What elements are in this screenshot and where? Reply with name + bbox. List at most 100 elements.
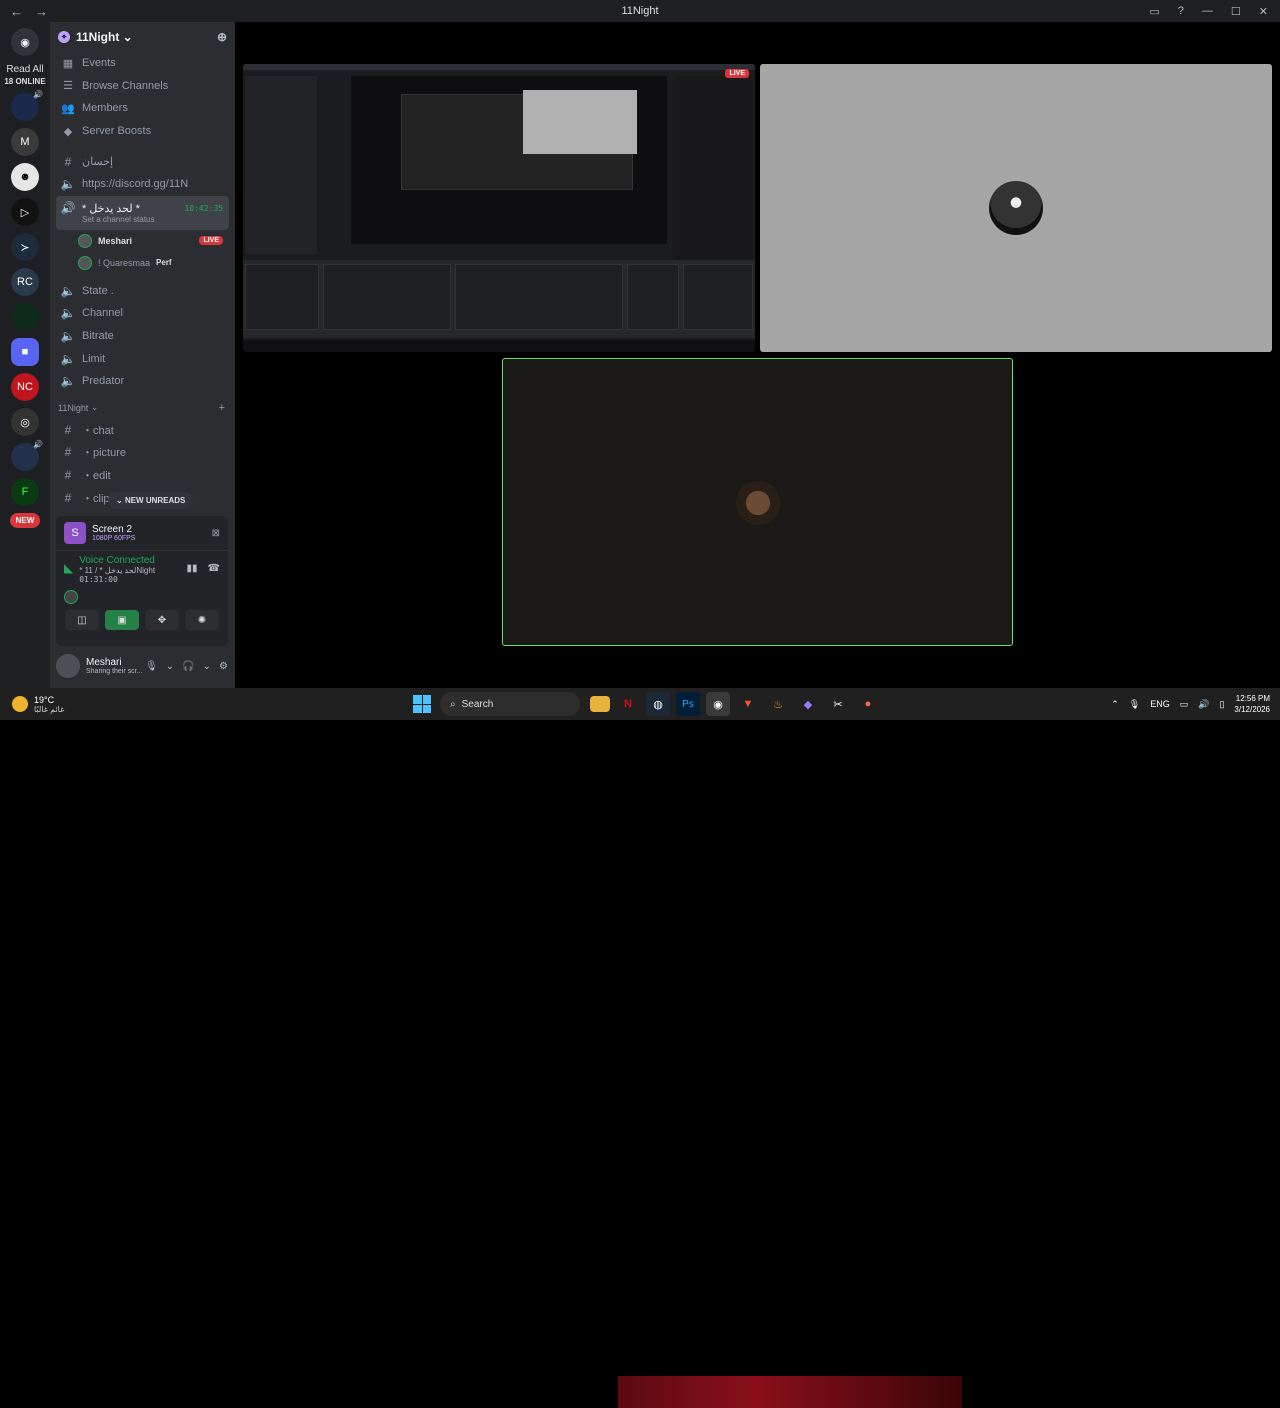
server-icon[interactable]: ▷ <box>11 198 39 226</box>
taskbar-search[interactable]: ⌕ Search <box>440 692 580 716</box>
obs-controls-dock <box>627 264 679 330</box>
app-icon[interactable]: ● <box>856 692 880 716</box>
channel-status[interactable]: Set a channel status <box>60 215 155 224</box>
forward-arrow-icon[interactable]: → <box>35 4 48 19</box>
nav-browse-channels[interactable]: ☰ Browse Channels <box>50 75 235 98</box>
nav-server-boosts[interactable]: ◆ Server Boosts <box>50 120 235 143</box>
battery-icon[interactable]: ▯ <box>1219 699 1224 710</box>
camera-off-button[interactable]: ◫ <box>65 610 99 630</box>
voice-timer: 10:42:35 <box>184 203 223 213</box>
taskbar-wallpaper-strip <box>618 1376 962 1408</box>
back-arrow-icon[interactable]: ← <box>10 4 23 19</box>
voice-channel[interactable]: 🔈 Bitrate <box>50 325 235 348</box>
inbox-icon[interactable]: ▭ <box>1149 5 1159 18</box>
stream-tile-obs[interactable]: LIVE <box>243 64 755 352</box>
browse-icon: ☰ <box>63 80 73 93</box>
server-icon[interactable]: 🔊 <box>11 90 43 121</box>
channel-label: Predator <box>82 375 125 388</box>
voice-channel[interactable]: 🔈 Limit <box>50 347 235 370</box>
brave-icon[interactable]: ▼ <box>736 692 760 716</box>
soundboard-button[interactable]: ✺ <box>185 610 219 630</box>
disconnect-icon[interactable]: ☎ <box>208 563 220 574</box>
volume-icon[interactable]: 🔊 <box>1198 699 1209 710</box>
app-icon[interactable]: ♨ <box>766 692 790 716</box>
screen-share-button[interactable]: ▣ <box>105 610 139 630</box>
system-tray: ⌃ 🎙 ENG ▭ 🔊 ▯ 12:56 PM 3/12/2026 <box>1111 688 1270 720</box>
voice-channel[interactable]: 🔈 State . <box>50 280 235 303</box>
read-all-button[interactable]: Read All <box>6 64 43 75</box>
netflix-icon[interactable]: N <box>616 692 640 716</box>
chevron-down-icon[interactable]: ⌄ <box>203 661 211 672</box>
voice-user-name: Meshari <box>98 235 133 246</box>
help-icon[interactable]: ? <box>1178 5 1184 17</box>
channel-item[interactable]: # إحسان <box>50 150 235 173</box>
voice-user[interactable]: Meshari LIVE <box>50 230 235 252</box>
clock[interactable]: 12:56 PM 3/12/2026 <box>1234 693 1270 715</box>
avatar[interactable] <box>64 590 78 604</box>
stream-preview[interactable]: S Screen 2 1080P 60FPS ⊠ <box>56 516 228 551</box>
discord-icon[interactable]: ◉ <box>706 692 730 716</box>
avatar[interactable] <box>56 654 80 678</box>
server-icon[interactable]: RC <box>11 268 39 296</box>
speaker-icon: 🔈 <box>60 329 76 344</box>
activities-button[interactable]: ✥ <box>145 610 179 630</box>
chevron-down-icon[interactable]: ⌄ <box>166 661 174 672</box>
server-list: ◉ Read All 18 ONLINE 🔊 M ☻ ▷ ≻ RC ■ NC ◎… <box>0 22 50 688</box>
microphone-icon[interactable]: 🎙 <box>1129 699 1140 710</box>
language-indicator[interactable]: ENG <box>1150 699 1170 709</box>
stream-tile-gray[interactable] <box>760 64 1272 352</box>
headphones-icon[interactable]: 🎧 <box>182 661 194 672</box>
windows-start-icon[interactable] <box>410 692 434 716</box>
speaker-icon: 🔈 <box>60 374 76 389</box>
server-icon[interactable]: F <box>11 478 39 506</box>
avatar <box>730 475 786 531</box>
new-badge[interactable]: NEW <box>9 512 41 528</box>
server-folder-icon[interactable]: ■ <box>11 338 39 366</box>
app-icon[interactable]: ◆ <box>796 692 820 716</box>
chevron-up-icon[interactable]: ⌃ <box>1111 699 1119 710</box>
server-icon[interactable]: ≻ <box>11 233 39 261</box>
nav-label: Server Boosts <box>82 125 152 138</box>
server-icon[interactable] <box>11 303 39 331</box>
text-channel[interactable]: # ・picture <box>50 441 235 464</box>
microphone-icon[interactable]: 🎙 <box>145 661 158 672</box>
server-header[interactable]: ✦ 11Night ⌄ ⊕ <box>50 22 235 52</box>
gear-icon[interactable]: ⚙ <box>219 661 228 672</box>
add-channel-icon[interactable]: + <box>219 402 225 414</box>
voice-channel[interactable]: 🔈 Predator <box>50 370 235 393</box>
hash-icon: # <box>64 490 72 505</box>
active-voice-channel[interactable]: 🔊 * لحد يدخل * 10:42:35 Set a channel st… <box>56 195 229 230</box>
server-icon[interactable]: M <box>11 128 39 156</box>
category-header[interactable]: 11Night ⌄ + <box>50 397 235 419</box>
text-channel[interactable]: # ・edit <box>50 464 235 487</box>
maximize-button[interactable]: ☐ <box>1231 5 1241 18</box>
channel-item[interactable]: 🔈 https://discord.gg/11N <box>50 173 235 196</box>
server-icon[interactable]: NC <box>11 373 39 401</box>
stream-tile-camera[interactable] <box>502 358 1013 646</box>
server-icon[interactable]: 🔊 <box>11 440 43 471</box>
weather-widget[interactable]: 19°C غائم غالبًا <box>0 695 64 714</box>
new-unreads-button[interactable]: ⌄ NEW UNREADS <box>108 492 194 509</box>
server-icon[interactable]: ☻ <box>11 163 39 191</box>
speaker-icon: 🔈 <box>60 283 76 298</box>
text-channel[interactable]: # ・chat <box>50 419 235 442</box>
voice-user[interactable]: ! Quaresmaa Perf <box>50 252 235 274</box>
invite-people-icon[interactable]: ⊕ <box>217 30 227 44</box>
stop-stream-icon[interactable]: ⊠ <box>212 528 220 539</box>
file-explorer-icon[interactable] <box>590 696 610 712</box>
minimize-button[interactable]: — <box>1202 5 1213 17</box>
discord-home-icon[interactable]: ◉ <box>11 28 39 56</box>
close-button[interactable]: ✕ <box>1259 5 1268 18</box>
network-icon[interactable]: ▭ <box>1180 699 1189 710</box>
hash-icon: # <box>64 445 72 460</box>
voice-channel-name[interactable]: * لحد يدخل * / 11Night <box>79 566 155 575</box>
noise-suppression-icon[interactable]: ▮▮ <box>187 563 198 574</box>
server-icon[interactable]: ◎ <box>11 408 39 436</box>
capcut-icon[interactable]: ✂ <box>826 692 850 716</box>
photoshop-icon[interactable]: Ps <box>676 692 700 716</box>
nav-members[interactable]: 👥 Members <box>50 97 235 120</box>
steam-icon[interactable]: ◍ <box>646 692 670 716</box>
nav-events[interactable]: ▦ Events <box>50 52 235 75</box>
signal-icon[interactable]: ◣ <box>64 561 73 575</box>
voice-channel[interactable]: 🔈 Channel <box>50 302 235 325</box>
